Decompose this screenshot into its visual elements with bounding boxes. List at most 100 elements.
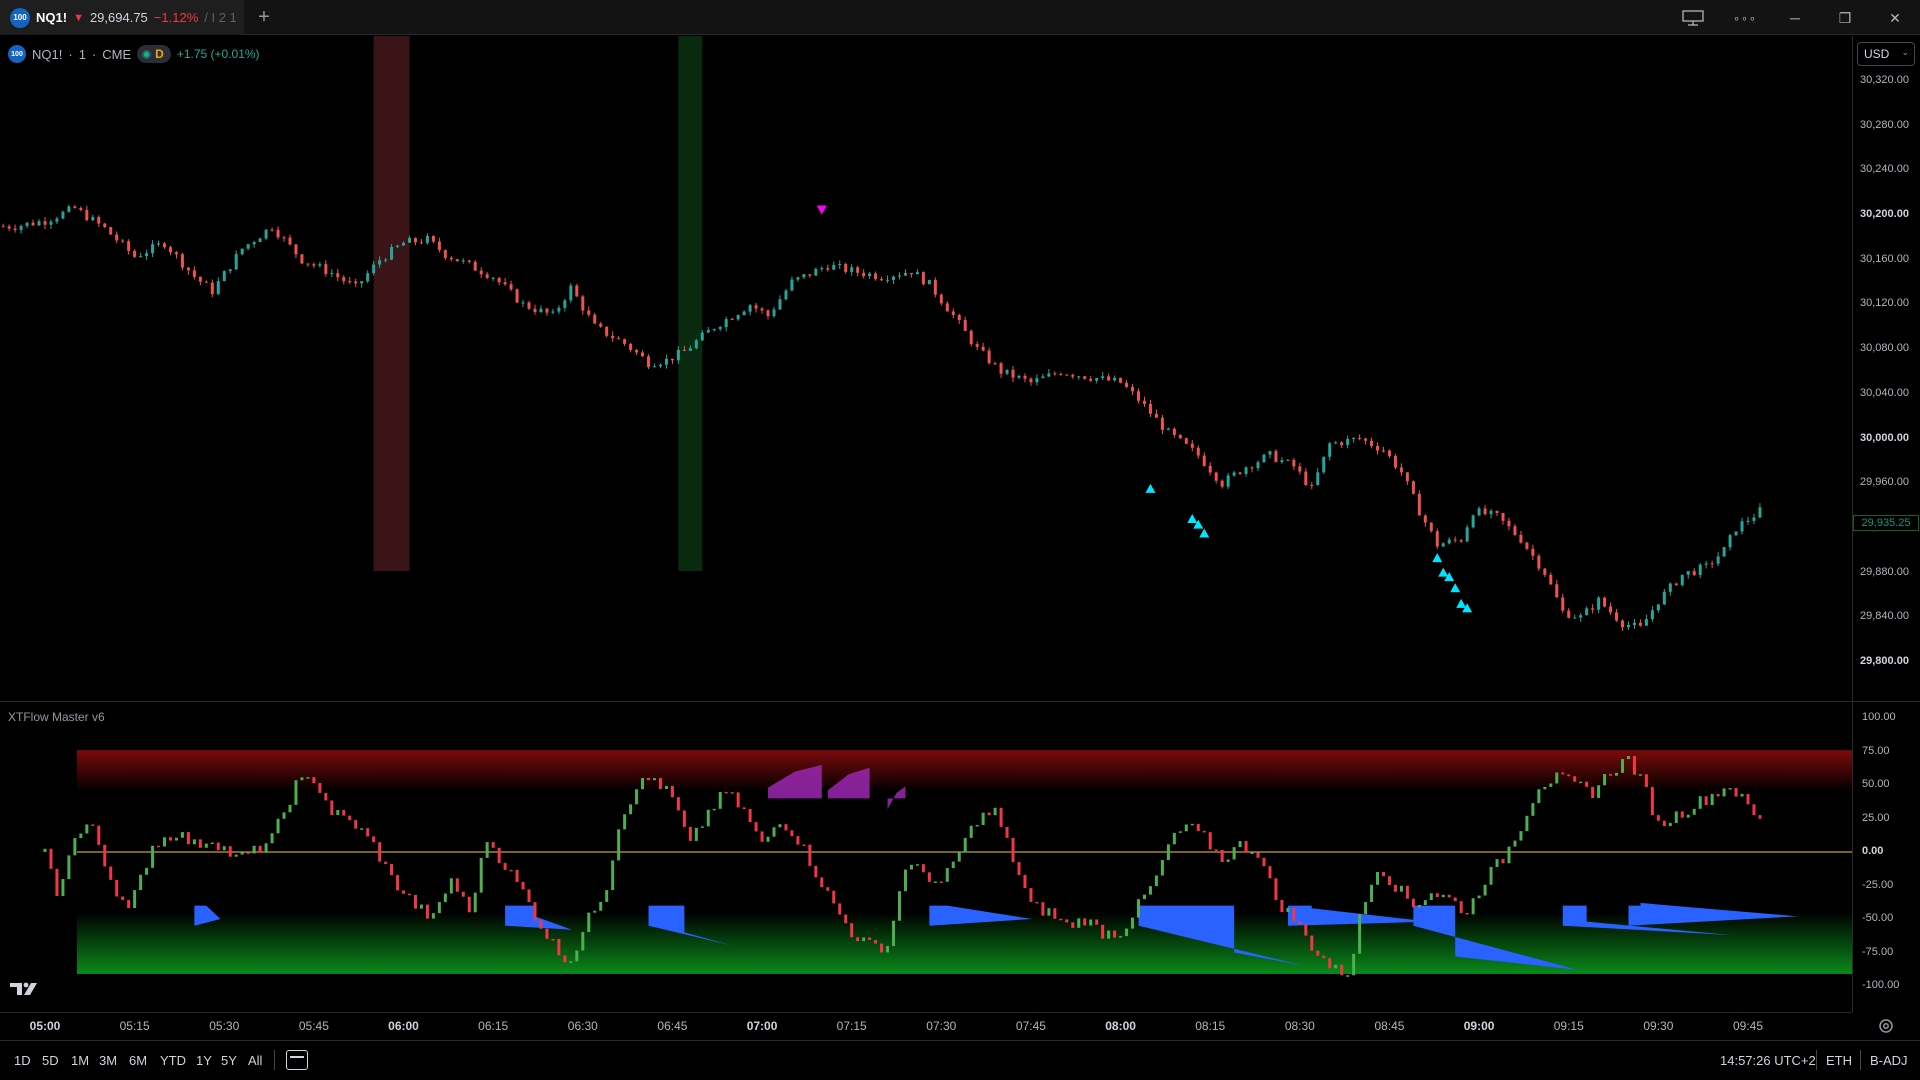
session-toggle[interactable]: ETH [1826,1053,1852,1068]
candle-body [216,281,220,295]
oscillator-bar [437,902,441,914]
candle-body [1071,374,1075,377]
candle-body [909,272,913,275]
candle-body [127,241,131,251]
oscillator-bar [1597,785,1601,799]
candle-body [838,263,842,265]
candle-body [1549,574,1553,585]
oscillator-bar [67,855,71,880]
range-button-ytd[interactable]: YTD [160,1053,186,1068]
candle-body [1758,507,1762,518]
calendar-icon[interactable] [286,1050,308,1070]
indicator-title[interactable]: XTFlow Master v6 [8,710,105,724]
candle-body [19,225,23,231]
candle-body [1644,619,1648,626]
range-button-6m[interactable]: 6M [129,1053,147,1068]
oscillator-bar [945,868,949,882]
restore-button[interactable]: ❐ [1828,6,1862,30]
oscillator-bar [240,852,244,855]
candle-body [545,308,549,313]
symbol-tab[interactable]: 100 NQ1! ▼ 29,694.75 −1.12% / I 2 1 [0,0,244,35]
new-tab-button[interactable]: + [252,6,276,30]
oscillator-bar [336,810,340,815]
price-chart[interactable] [0,36,1852,1012]
legend-symbol[interactable]: NQ1! [32,47,62,62]
candle-body [1752,517,1756,521]
close-button[interactable]: ✕ [1878,6,1912,30]
oscillator-bar [909,864,913,870]
candle-body [945,303,949,312]
candle-body [1405,472,1409,482]
oscillator-bar [569,961,573,963]
price-tick: 30,040.00 [1860,386,1909,399]
gear-icon[interactable] [1876,1017,1896,1037]
candle-body [1214,472,1218,481]
candle-body [1292,459,1296,467]
clock[interactable]: 14:57:26 UTC+2 [1720,1053,1816,1068]
range-button-5y[interactable]: 5Y [221,1053,237,1068]
oscillator-bar [1549,783,1553,787]
currency-select[interactable]: USD ⌄ [1857,42,1915,66]
legend-interval[interactable]: 1 [79,47,86,62]
range-button-1y[interactable]: 1Y [196,1053,212,1068]
candle-body [151,244,155,254]
candle-body [1119,377,1123,383]
range-button-1d[interactable]: 1D [14,1053,31,1068]
range-button-5d[interactable]: 5D [42,1053,59,1068]
candle-body [402,242,406,246]
oscillator-bar [1722,788,1726,797]
pane-divider[interactable] [0,701,1920,702]
candle-body [706,330,710,333]
candle-body [903,272,907,276]
oscillator-bar [1429,893,1433,901]
more-icon[interactable]: ∘∘∘ [1728,6,1762,30]
candle-body [1340,442,1344,446]
candle-body [1507,520,1511,527]
tradingview-logo[interactable] [10,980,40,1003]
oscillator-bar [880,943,884,953]
oscillator-bar [1017,862,1021,875]
layout-icon[interactable] [1676,6,1710,30]
candle-body [557,307,561,312]
candle-body [760,308,764,311]
range-button-1m[interactable]: 1M [71,1053,89,1068]
oscillator-bar [784,824,788,831]
candle-body [31,222,35,226]
oscillator-bar [1166,844,1170,860]
indicator-tick: 100.00 [1862,711,1896,723]
candle-body [186,267,190,271]
indicator-tick: -75.00 [1862,945,1894,958]
indicator-tick: 25.00 [1862,811,1890,824]
oscillator-bar [318,783,322,793]
candle-body [623,339,627,344]
oscillator-bar [1107,930,1111,939]
oscillator-bar [1101,924,1105,939]
candle-body [730,319,734,321]
candle-body [1525,542,1529,549]
candle-body [168,247,172,253]
range-button-all[interactable]: All [248,1053,262,1068]
candle-body [1447,539,1451,544]
oscillator-bar [449,878,453,894]
candle-body [1244,467,1248,475]
candle-body [390,247,394,260]
oscillator-bar [694,827,698,841]
candle-body [641,352,645,357]
price-scale[interactable] [1852,36,1920,701]
oscillator-bar [264,843,268,853]
oscillator-bar [575,950,579,962]
oscillator-bar [1399,885,1403,892]
oscillator-bar [1095,919,1099,925]
range-button-3m[interactable]: 3M [99,1053,117,1068]
session-pill[interactable]: D [137,45,171,63]
candle-body [724,319,728,328]
candle-body [13,228,17,231]
candle-body [1322,456,1326,473]
minimize-button[interactable]: ─ [1778,6,1812,30]
adjust-toggle[interactable]: B-ADJ [1870,1053,1908,1068]
indicator-tick: 0.00 [1862,845,1884,857]
candle-body [43,221,47,225]
legend-badge: 100 [8,45,26,63]
candle-body [1220,480,1224,487]
oscillator-bar [1423,900,1427,906]
